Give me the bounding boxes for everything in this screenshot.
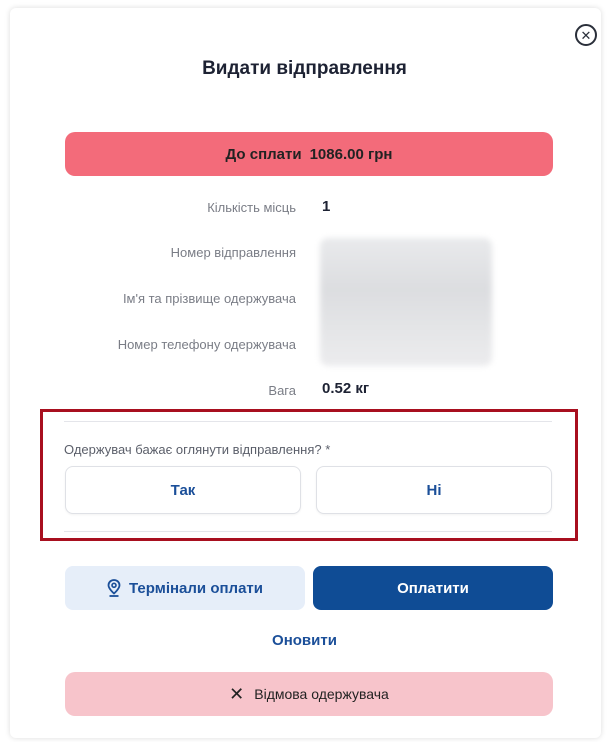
payment-terminals-label: Термінали оплати <box>129 579 263 597</box>
recipient-refusal-label: Відмова одержувача <box>254 686 389 702</box>
pay-button[interactable]: Оплатити <box>313 566 553 610</box>
inspection-question: Одержувач бажає оглянути відправлення? * <box>64 442 331 457</box>
recipient-refusal-button[interactable]: ✕ Відмова одержувача <box>65 672 553 716</box>
amount-due-value: 1086.00 грн <box>309 145 393 163</box>
close-icon[interactable]: ✕ <box>575 24 597 46</box>
recipient-name-label: Ім'я та прізвище одержувача <box>122 291 296 306</box>
location-pin-icon <box>107 579 121 597</box>
inspection-no-button[interactable]: Ні <box>316 466 552 514</box>
weight-label: Вага <box>268 383 296 398</box>
shipment-number-label: Номер відправлення <box>170 245 296 260</box>
issue-shipment-modal <box>10 8 601 738</box>
places-count-value: 1 <box>322 198 331 215</box>
payment-terminals-button[interactable]: Термінали оплати <box>65 566 305 610</box>
divider-bottom <box>64 531 552 532</box>
recipient-phone-label: Номер телефону одержувача <box>117 337 296 352</box>
weight-value: 0.52 кг <box>322 380 370 397</box>
amount-due-banner: До сплати 1086.00 грн <box>65 132 553 176</box>
redacted-recipient-data <box>320 238 492 366</box>
x-icon: ✕ <box>229 684 245 704</box>
divider-top <box>64 421 552 422</box>
modal-title: Видати відправлення <box>202 58 407 79</box>
places-count-label: Кількість місць <box>207 200 296 215</box>
amount-due-label: До сплати <box>225 145 302 163</box>
inspection-yes-button[interactable]: Так <box>65 466 301 514</box>
refresh-button[interactable]: Оновити <box>0 632 609 649</box>
